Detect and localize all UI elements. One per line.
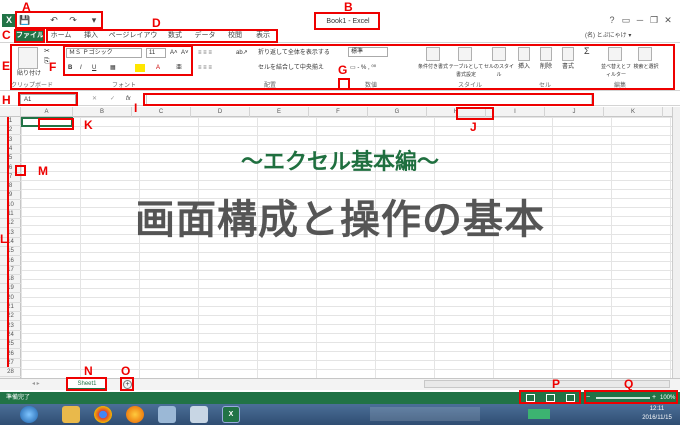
label-j: J: [470, 120, 477, 134]
row-header-16[interactable]: 16: [0, 257, 21, 266]
vertical-scrollbar[interactable]: [672, 107, 680, 378]
column-headers: ABCDEFGHIJKLMNOPQ: [0, 107, 672, 117]
row-header-9[interactable]: 9: [0, 191, 21, 201]
label-g: G: [338, 63, 348, 77]
enter-icon[interactable]: ✓: [110, 95, 120, 103]
annotation-box-tabs: [46, 29, 278, 43]
start-button-icon[interactable]: [20, 406, 38, 423]
row-header-2[interactable]: 2: [0, 126, 21, 136]
row-header-19[interactable]: 19: [0, 284, 21, 294]
column-header-i[interactable]: I: [486, 107, 545, 117]
clock-time: 12:11: [649, 406, 665, 412]
row-header-15[interactable]: 15: [0, 247, 21, 257]
firefox-icon[interactable]: [126, 406, 144, 423]
row-header-25[interactable]: 25: [0, 340, 21, 350]
row-header-27[interactable]: 27: [0, 359, 21, 368]
row-header-24[interactable]: 24: [0, 331, 21, 340]
label-l: L: [0, 232, 8, 246]
insert-function-icon[interactable]: fx: [126, 95, 140, 103]
label-q: Q: [624, 377, 634, 391]
sheet-nav-icons[interactable]: ◂ ▸: [32, 380, 52, 388]
row-header-17[interactable]: 17: [0, 266, 21, 275]
annotation-box-add-sheet: [120, 377, 134, 391]
minimize-icon[interactable]: ─: [634, 14, 646, 26]
select-all-button[interactable]: [0, 107, 21, 117]
row-header-3[interactable]: 3: [0, 136, 21, 145]
label-p: P: [552, 377, 561, 391]
annotation-box-font: [63, 45, 193, 76]
row-header-18[interactable]: 18: [0, 275, 21, 285]
annotation-box-zoom: [584, 390, 678, 404]
annotation-box-sheet: [66, 377, 107, 391]
annotation-box-title: [314, 12, 380, 30]
user-account[interactable]: (名) とぷにゃけ ▾: [585, 30, 675, 42]
row-header-4[interactable]: 4: [0, 145, 21, 154]
label-c: C: [2, 28, 11, 42]
column-header-g[interactable]: G: [368, 107, 427, 117]
row-header-21[interactable]: 21: [0, 303, 21, 312]
label-b: B: [344, 0, 353, 14]
label-a: A: [22, 0, 31, 14]
annotation-box-column: [456, 107, 494, 120]
annotation-box-launcher: [338, 78, 350, 90]
label-h: H: [2, 93, 11, 107]
cancel-icon[interactable]: ✕: [92, 95, 102, 103]
column-header-f[interactable]: F: [309, 107, 368, 117]
row-header-11[interactable]: 11: [0, 210, 21, 219]
column-header-d[interactable]: D: [191, 107, 250, 117]
close-icon[interactable]: ✕: [662, 14, 674, 26]
language-bar[interactable]: [370, 407, 480, 421]
annotation-box-formula: [143, 93, 594, 106]
column-header-b[interactable]: B: [73, 107, 132, 117]
app-icon[interactable]: [158, 406, 176, 423]
label-m: M: [38, 164, 48, 178]
explorer-icon[interactable]: [62, 406, 80, 423]
annotation-box-cell: [38, 118, 74, 130]
status-text: 準備完了: [6, 395, 31, 401]
tool-icon[interactable]: [190, 406, 208, 423]
excel-logo-icon: X: [2, 14, 16, 27]
row-header-26[interactable]: 26: [0, 350, 21, 359]
label-f: F: [49, 60, 57, 74]
label-d: D: [152, 16, 161, 30]
annotation-box-views: [519, 390, 581, 404]
label-i: I: [134, 101, 138, 115]
excel-window: X 💾 ↶ ↷ ▾ Book1 - Excel ? ▭ ─ ❐ ✕ ファイル ホ…: [0, 0, 680, 425]
label-n: N: [84, 364, 93, 378]
clock-date: 2016/11/15: [642, 415, 672, 421]
overlay-subtitle: ～エクセル基本編～: [240, 149, 439, 174]
chrome-icon[interactable]: [94, 406, 112, 423]
restore-icon[interactable]: ❐: [648, 14, 660, 26]
row-header-20[interactable]: 20: [0, 294, 21, 303]
help-icon[interactable]: ?: [606, 14, 618, 26]
row-header-12[interactable]: 12: [0, 219, 21, 229]
annotation-box-file-tab: [14, 29, 45, 43]
overlay-title: 画面構成と操作の基本: [135, 198, 545, 242]
battery-icon: [528, 409, 550, 419]
column-header-l[interactable]: L: [663, 107, 672, 117]
row-header-10[interactable]: 10: [0, 201, 21, 210]
row-header-22[interactable]: 22: [0, 312, 21, 322]
column-header-e[interactable]: E: [250, 107, 309, 117]
clock[interactable]: 12:11 2016/11/15: [636, 405, 678, 424]
row-headers: 1 2 3 4 5 6 7 8 9 10 11 12 13 14 15 16 17 18 19 20 21 22 23 24 2…: [0, 117, 21, 378]
row-header-28[interactable]: 28: [0, 368, 21, 378]
column-header-a[interactable]: A: [21, 107, 73, 117]
ribbon-display-icon[interactable]: ▭: [620, 14, 632, 26]
row-header-23[interactable]: 23: [0, 322, 21, 331]
row-header-8[interactable]: 8: [0, 182, 21, 192]
column-header-j[interactable]: J: [545, 107, 604, 117]
column-header-c[interactable]: C: [132, 107, 191, 117]
column-header-k[interactable]: K: [604, 107, 663, 117]
label-o: O: [121, 364, 131, 378]
label-e: E: [2, 59, 11, 73]
row-header-1[interactable]: 1: [0, 117, 21, 126]
label-k: K: [84, 118, 93, 132]
annotation-box-namebox: [18, 92, 78, 106]
row-header-5[interactable]: 5: [0, 154, 21, 164]
annotation-box-row: [15, 165, 26, 176]
excel-taskbar-icon[interactable]: X: [222, 406, 240, 423]
